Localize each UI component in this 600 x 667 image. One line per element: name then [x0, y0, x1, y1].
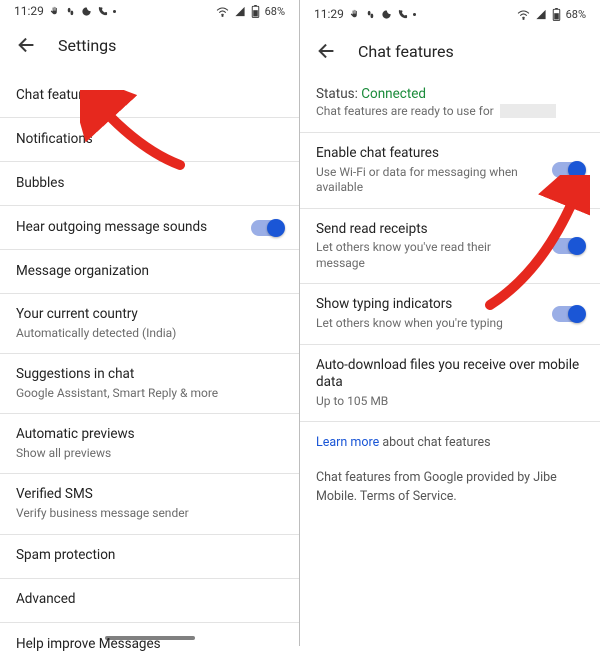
- settings-screen: 11:29 68% Settings Chat features: [0, 0, 300, 646]
- list-item-label: Hear outgoing message sounds: [16, 219, 241, 237]
- settings-item-chat-features[interactable]: Chat features: [0, 74, 299, 118]
- status-bar: 11:29 68%: [0, 0, 299, 20]
- settings-item-bubbles[interactable]: Bubbles: [0, 162, 299, 206]
- send-read-receipts-row[interactable]: Send read receipts Let others know you'v…: [300, 209, 600, 285]
- signal-icon: [535, 9, 547, 20]
- learn-more-suffix: about chat features: [379, 435, 490, 450]
- status-left: 11:29: [314, 7, 416, 21]
- status-left: 11:29: [14, 4, 116, 18]
- settings-item-outgoing-sounds[interactable]: Hear outgoing message sounds: [0, 206, 299, 250]
- redacted-phone: [500, 104, 556, 118]
- phone-icon: [397, 9, 408, 20]
- settings-item-message-organization[interactable]: Message organization: [0, 250, 299, 294]
- status-label: Status:: [316, 86, 358, 102]
- status-value: Connected: [361, 86, 426, 102]
- status-time: 11:29: [14, 4, 44, 18]
- enable-chat-features-row[interactable]: Enable chat features Use Wi-Fi or data f…: [300, 133, 600, 209]
- settings-item-advanced[interactable]: Advanced: [0, 579, 299, 623]
- wifi-icon: [517, 9, 530, 20]
- status-right: 68%: [517, 8, 586, 21]
- list-item-label: Send read receipts: [316, 221, 542, 239]
- list-item-sub: Google Assistant, Smart Reply & more: [16, 386, 283, 402]
- battery-icon: [552, 8, 561, 21]
- list-item-sub: Up to 105 MB: [316, 394, 584, 410]
- chat-features-list: Enable chat features Use Wi-Fi or data f…: [300, 133, 600, 646]
- settings-list: Chat features Notifications Bubbles Hear…: [0, 74, 299, 667]
- learn-more-link[interactable]: Learn more: [316, 435, 379, 450]
- settings-item-verified-sms[interactable]: Verified SMS Verify business message sen…: [0, 474, 299, 534]
- list-item-label: Chat features: [16, 87, 283, 105]
- hand-icon: [49, 6, 60, 17]
- list-item-label: Your current country: [16, 306, 283, 324]
- list-item-label: Spam protection: [16, 547, 283, 565]
- typing-indicators-row[interactable]: Show typing indicators Let others know w…: [300, 284, 600, 344]
- chat-features-screen: 11:29 68% Chat features Status: Connecte…: [300, 0, 600, 646]
- list-item-sub: Use Wi-Fi or data for messaging when ava…: [316, 165, 542, 196]
- list-item-sub: Let others know you've read their messag…: [316, 240, 542, 271]
- list-item-label: Notifications: [16, 131, 283, 149]
- list-item-sub: Let others know when you're typing: [316, 316, 542, 332]
- phone-icon: [97, 6, 108, 17]
- enable-chat-toggle[interactable]: [552, 162, 584, 178]
- moon-icon: [381, 9, 392, 20]
- list-item-label: Auto-download files you receive over mob…: [316, 357, 584, 392]
- typing-indicators-toggle[interactable]: [552, 306, 584, 322]
- list-item-label: Bubbles: [16, 175, 283, 193]
- status-bar: 11:29 68%: [300, 0, 600, 26]
- status-line: Status: Connected: [316, 86, 584, 102]
- list-item-label: Automatic previews: [16, 426, 283, 444]
- battery-percent: 68%: [566, 8, 586, 21]
- read-receipts-toggle[interactable]: [552, 238, 584, 254]
- wifi-icon: [216, 6, 229, 17]
- settings-item-suggestions[interactable]: Suggestions in chat Google Assistant, Sm…: [0, 354, 299, 414]
- settings-item-help-improve[interactable]: Help improve Messages: [0, 623, 299, 667]
- status-dot-icon: [113, 10, 116, 13]
- status-dot-icon: [413, 13, 416, 16]
- hand-icon: [349, 9, 360, 20]
- outgoing-sounds-toggle[interactable]: [251, 220, 283, 236]
- list-item-label: Verified SMS: [16, 486, 283, 504]
- battery-percent: 68%: [265, 5, 285, 18]
- gesture-bar: [105, 636, 195, 640]
- footprint-icon: [365, 9, 376, 20]
- learn-more-block: Learn more about chat features: [300, 422, 600, 465]
- list-item-label: Advanced: [16, 591, 283, 609]
- signal-icon: [234, 6, 246, 17]
- settings-item-spam-protection[interactable]: Spam protection: [0, 535, 299, 579]
- list-item-label: Suggestions in chat: [16, 366, 283, 384]
- back-arrow-icon[interactable]: [16, 34, 38, 56]
- list-item-label: Show typing indicators: [316, 296, 542, 314]
- list-item-label: Message organization: [16, 263, 283, 281]
- page-title: Settings: [58, 36, 116, 55]
- status-time: 11:29: [314, 7, 344, 21]
- list-item-label: Enable chat features: [316, 145, 542, 163]
- list-item-sub: Show all previews: [16, 446, 283, 462]
- auto-download-row[interactable]: Auto-download files you receive over mob…: [300, 345, 600, 423]
- chat-features-header: Chat features: [300, 26, 600, 80]
- settings-item-automatic-previews[interactable]: Automatic previews Show all previews: [0, 414, 299, 474]
- settings-item-notifications[interactable]: Notifications: [0, 118, 299, 162]
- connection-status: Status: Connected Chat features are read…: [300, 80, 600, 133]
- status-right: 68%: [216, 5, 285, 18]
- list-item-sub: Verify business message sender: [16, 506, 283, 522]
- list-item-sub: Automatically detected (India): [16, 326, 283, 342]
- moon-icon: [81, 6, 92, 17]
- page-title: Chat features: [358, 42, 454, 61]
- footer-text: Chat features from Google provided by Ji…: [300, 465, 600, 519]
- footprint-icon: [65, 6, 76, 17]
- status-ready: Chat features are ready to use for: [316, 104, 584, 118]
- back-arrow-icon[interactable]: [316, 40, 338, 62]
- status-ready-text: Chat features are ready to use for: [316, 104, 494, 118]
- battery-icon: [251, 5, 260, 18]
- settings-item-current-country[interactable]: Your current country Automatically detec…: [0, 294, 299, 354]
- settings-header: Settings: [0, 20, 299, 74]
